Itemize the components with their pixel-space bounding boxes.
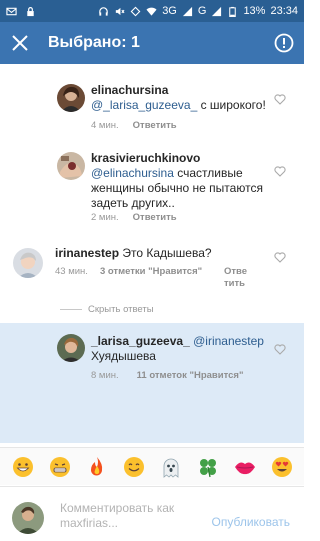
headphones-icon: [99, 6, 108, 16]
reply-button[interactable]: Отве тить: [224, 266, 247, 290]
lock-icon: [27, 6, 34, 16]
comments-list: elinachursina @_larisa_guzeeva_ с широко…: [0, 64, 304, 444]
avatar[interactable]: [13, 248, 43, 278]
battery-icon: [229, 6, 237, 17]
comment-text: _larisa_guzeeva_ @irinanestep Хуядышева: [91, 334, 271, 364]
mail-icon: [6, 7, 17, 15]
page-title: Выбрано: 1: [48, 34, 140, 51]
comment-composer: Комментировать как maxfirias... Опублико…: [0, 486, 304, 541]
ghost-icon[interactable]: [160, 456, 182, 478]
grinning-teeth-face-icon[interactable]: [49, 456, 71, 478]
comment-item[interactable]: irinanestep Это Кадышева? 43 мин. 3 отме…: [0, 238, 304, 300]
grinning-face-icon[interactable]: [12, 456, 34, 478]
avatar: [12, 502, 44, 534]
signal-icon: [182, 6, 192, 16]
comment-item[interactable]: krasivieruchkinovo @elinachursina счастл…: [0, 144, 304, 230]
comment-text: krasivieruchkinovo @elinachursina счастл…: [91, 151, 271, 211]
comment-input-placeholder: Комментировать как: [60, 501, 175, 515]
alert-circle-icon: [274, 33, 294, 53]
likes-count[interactable]: 3 отметки "Нравится": [100, 266, 202, 277]
publish-button[interactable]: Опубликовать: [212, 515, 290, 529]
like-heart-icon[interactable]: [274, 344, 286, 355]
divider: [60, 309, 82, 310]
comment-mention[interactable]: @_larisa_guzeeva_: [91, 98, 197, 112]
network-letter: G: [197, 5, 207, 17]
avatar[interactable]: [57, 152, 85, 180]
comment-username[interactable]: irinanestep: [55, 246, 119, 260]
comment-username[interactable]: _larisa_guzeeva_: [91, 334, 190, 348]
happy-face-icon[interactable]: [123, 456, 145, 478]
reply-button[interactable]: Ответить: [133, 212, 177, 223]
wifi-icon: [146, 7, 157, 16]
comment-username[interactable]: krasivieruchkinovo: [91, 151, 200, 165]
close-icon: [12, 35, 28, 51]
heart-eyes-face-icon[interactable]: [271, 456, 293, 478]
lips-icon[interactable]: [234, 456, 256, 478]
four-leaf-clover-icon[interactable]: [197, 456, 219, 478]
comment-mention[interactable]: @elinachursina: [91, 166, 174, 180]
signal-icon-2: [212, 6, 222, 16]
selection-action-bar: Выбрано: 1: [0, 22, 304, 64]
network-type: 3G: [162, 5, 177, 17]
like-heart-icon[interactable]: [274, 94, 286, 105]
comment-body: Это Кадышева?: [122, 246, 212, 260]
likes-count[interactable]: 11 отметок "Нравится": [137, 370, 244, 381]
comment-time: 2 мин.: [91, 212, 119, 223]
comment-mention[interactable]: @irinanestep: [193, 334, 264, 348]
battery-level: 13%: [243, 5, 266, 17]
comment-body: с широкого!: [200, 98, 266, 112]
comment-meta: 4 мин. Ответить: [91, 120, 177, 131]
comment-time: 43 мин.: [55, 266, 88, 277]
comment-body: Хуядышева: [91, 349, 156, 363]
comment-meta: 2 мин. Ответить: [91, 212, 177, 223]
comment-username[interactable]: elinachursina: [91, 83, 168, 97]
comment-text: elinachursina @_larisa_guzeeva_ с широко…: [91, 83, 271, 113]
clock: 23:34: [270, 5, 298, 17]
reply-label-part: тить: [224, 278, 245, 289]
comment-time: 8 мин.: [91, 370, 119, 381]
comment-meta: 8 мин. 11 отметок "Нравится": [91, 370, 243, 381]
report-button[interactable]: [264, 22, 304, 64]
fire-icon[interactable]: [86, 456, 108, 478]
status-bar: 3G G 13% 23:34: [0, 0, 304, 22]
hide-replies-label: Скрыть ответы: [88, 304, 154, 315]
avatar[interactable]: [57, 334, 85, 362]
comment-input[interactable]: Комментировать как maxfirias...: [60, 501, 200, 531]
diamond-icon: [130, 6, 141, 16]
comment-item-selected[interactable]: _larisa_guzeeva_ @irinanestep Хуядышева …: [0, 330, 304, 390]
reply-button[interactable]: Ответить: [133, 120, 177, 131]
mute-icon: [116, 7, 125, 15]
like-heart-icon[interactable]: [274, 166, 286, 177]
comment-item[interactable]: elinachursina @_larisa_guzeeva_ с широко…: [0, 78, 304, 138]
like-heart-icon[interactable]: [274, 252, 286, 263]
comment-time: 4 мин.: [91, 120, 119, 131]
comment-input-placeholder-user: maxfirias...: [60, 516, 119, 530]
hide-replies-toggle[interactable]: Скрыть ответы: [60, 304, 154, 315]
comment-meta: 43 мин. 3 отметки "Нравится": [55, 266, 202, 277]
close-button[interactable]: [0, 22, 40, 64]
emoji-quick-bar: [0, 447, 304, 485]
avatar[interactable]: [57, 84, 85, 112]
comment-text: irinanestep Это Кадышева?: [55, 246, 265, 261]
reply-label-part: Отве: [224, 266, 248, 277]
